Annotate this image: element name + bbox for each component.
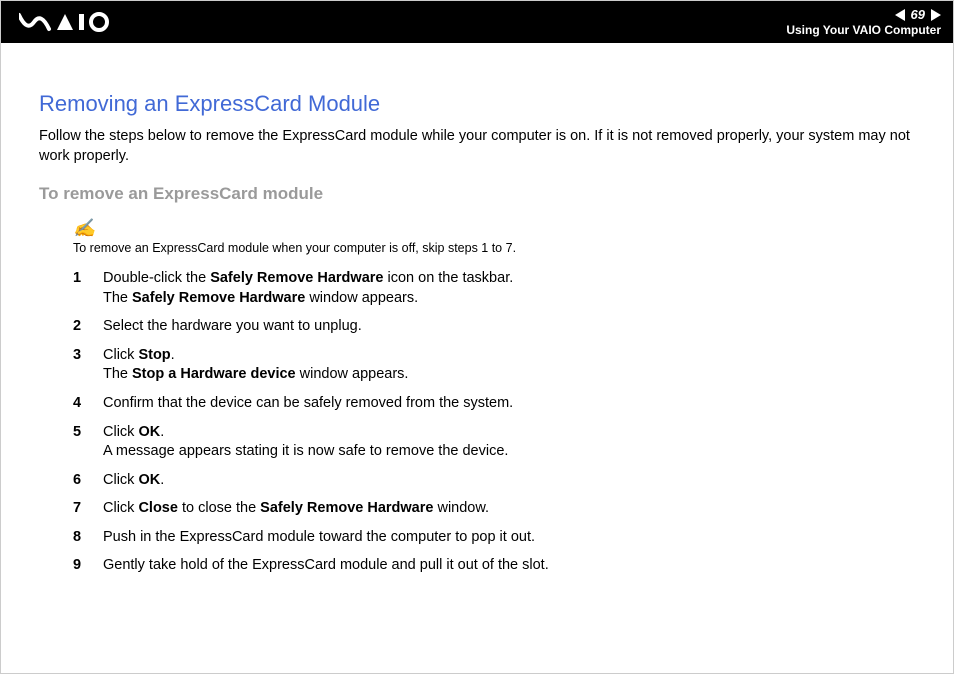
section-title: Using Your VAIO Computer	[786, 23, 941, 37]
step-text: Click Stop.The Stop a Hardware device wi…	[103, 346, 408, 385]
page-nav: 69	[786, 7, 941, 22]
step-text: Click Close to close the Safely Remove H…	[103, 499, 489, 519]
step-number: 8	[73, 528, 85, 548]
step-item: 7 Click Close to close the Safely Remove …	[73, 499, 915, 519]
step-item: 5 Click OK.A message appears stating it i…	[73, 423, 915, 462]
step-number: 2	[73, 317, 85, 337]
handwriting-note-icon: ✍	[73, 218, 915, 239]
step-text: Double-click the Safely Remove Hardware …	[103, 269, 513, 308]
prev-page-arrow-icon[interactable]	[895, 9, 905, 21]
page-content: Removing an ExpressCard Module Follow th…	[1, 43, 953, 576]
steps-list: 1 Double-click the Safely Remove Hardware…	[39, 269, 915, 576]
step-text: Click OK.A message appears stating it is…	[103, 423, 508, 462]
step-item: 1 Double-click the Safely Remove Hardware…	[73, 269, 915, 308]
step-text: Click OK.	[103, 471, 164, 491]
step-item: 9 Gently take hold of the ExpressCard mod…	[73, 556, 915, 576]
step-number: 3	[73, 346, 85, 385]
next-page-arrow-icon[interactable]	[931, 9, 941, 21]
step-number: 6	[73, 471, 85, 491]
step-item: 8 Push in the ExpressCard module toward t…	[73, 528, 915, 548]
step-number: 9	[73, 556, 85, 576]
note-text: To remove an ExpressCard module when you…	[73, 241, 915, 255]
vaio-logo-svg	[19, 12, 111, 32]
step-item: 4 Confirm that the device can be safely r…	[73, 394, 915, 414]
step-text: Push in the ExpressCard module toward th…	[103, 528, 535, 548]
header-bar: 69 Using Your VAIO Computer	[1, 1, 953, 43]
step-number: 7	[73, 499, 85, 519]
header-right: 69 Using Your VAIO Computer	[786, 7, 941, 37]
page-title: Removing an ExpressCard Module	[39, 91, 915, 117]
procedure-subtitle: To remove an ExpressCard module	[39, 184, 915, 204]
step-item: 6 Click OK.	[73, 471, 915, 491]
vaio-logo	[19, 12, 111, 32]
step-number: 4	[73, 394, 85, 414]
step-text: Gently take hold of the ExpressCard modu…	[103, 556, 549, 576]
note-block: ✍ To remove an ExpressCard module when y…	[39, 218, 915, 255]
step-number: 5	[73, 423, 85, 462]
step-item: 3 Click Stop.The Stop a Hardware device w…	[73, 346, 915, 385]
step-item: 2 Select the hardware you want to unplug.	[73, 317, 915, 337]
page-number: 69	[911, 7, 925, 22]
step-number: 1	[73, 269, 85, 308]
intro-paragraph: Follow the steps below to remove the Exp…	[39, 127, 915, 166]
step-text: Confirm that the device can be safely re…	[103, 394, 513, 414]
step-text: Select the hardware you want to unplug.	[103, 317, 362, 337]
